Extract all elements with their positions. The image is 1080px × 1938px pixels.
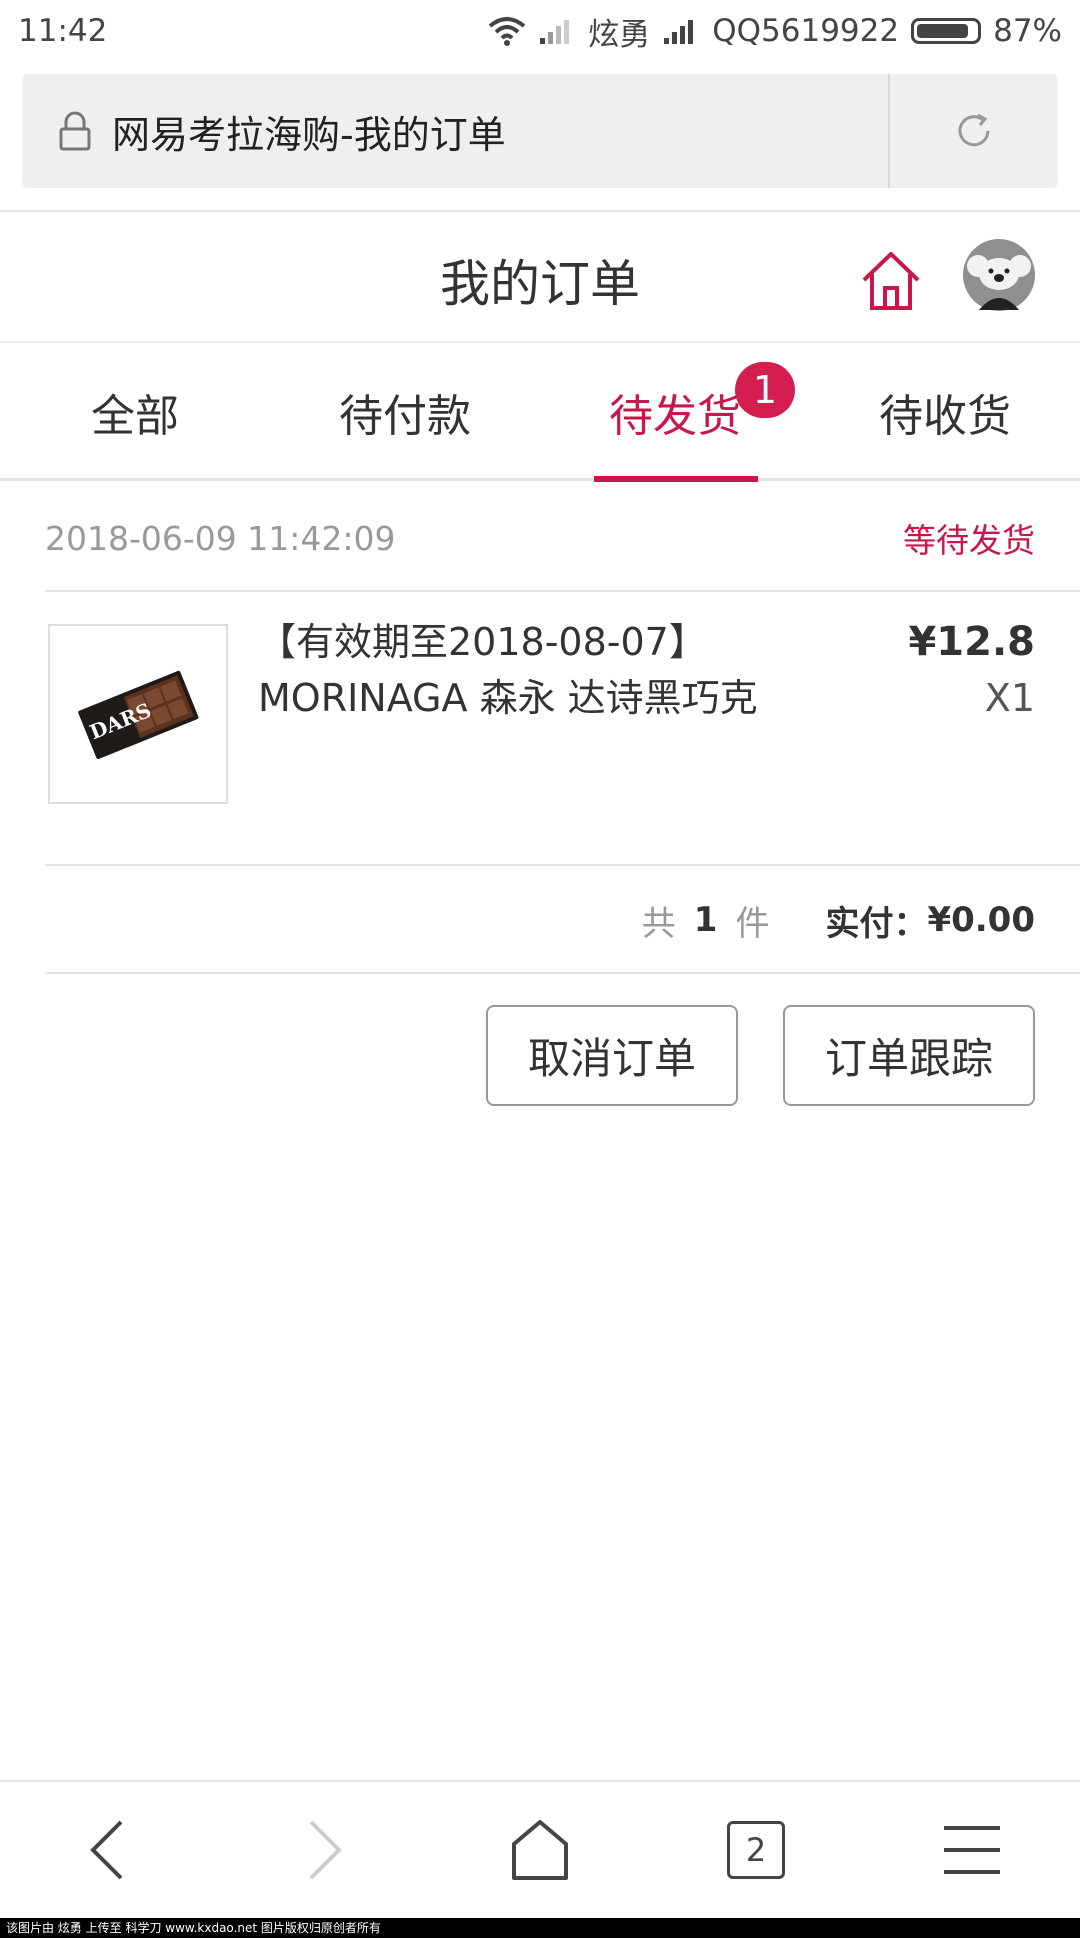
status-time: 11:42 [18, 13, 108, 49]
battery-level [917, 24, 968, 38]
browser-page-title: 网易考拉海购-我的订单 [112, 112, 506, 157]
track-order-button[interactable]: 订单跟踪 [783, 1005, 1035, 1106]
product-thumbnail[interactable]: DARS [48, 624, 228, 804]
product-name-line1: 【有效期至2018-08-07】 [258, 620, 707, 664]
product-price: ¥12.8 [908, 619, 1035, 665]
item-count-prefix: 共 [641, 903, 676, 944]
carrier-1: 炫勇 [588, 16, 651, 53]
forward-button[interactable] [264, 1800, 384, 1900]
tab-all[interactable]: 全部 [0, 345, 270, 478]
browser-bottom-nav: 2 [0, 1780, 1080, 1918]
home-button[interactable] [856, 246, 926, 316]
lock-icon [59, 111, 91, 151]
avatar[interactable] [962, 238, 1036, 312]
address-bar[interactable]: 网易考拉海购-我的订单 [22, 74, 1058, 188]
address-field[interactable]: 网易考拉海购-我的订单 [22, 74, 888, 188]
chevron-left-icon [90, 1820, 123, 1880]
koala-avatar-icon [963, 239, 1035, 311]
hamburger-menu-icon [944, 1826, 1000, 1874]
tab-badge: 1 [735, 362, 795, 418]
order-time: 2018-06-09 11:42:09 [45, 518, 396, 558]
order-meta: 2018-06-09 11:42:09 等待发货 [45, 510, 1035, 566]
menu-button[interactable] [912, 1800, 1032, 1900]
tab-count-icon: 2 [727, 1821, 785, 1879]
home-icon [862, 252, 920, 310]
paid-amount: ¥0.00 [927, 900, 1035, 940]
status-bar: 11:42 炫勇 QQ5619922 87% [0, 0, 1080, 62]
product-name-line2: MORINAGA 森永 达诗黑巧克 [258, 676, 758, 720]
back-button[interactable] [48, 1800, 168, 1900]
divider [45, 864, 1080, 866]
page-header: 我的订单 [0, 210, 1080, 343]
signal-strong-icon [664, 20, 694, 44]
battery-percent: 87% [993, 13, 1062, 49]
divider [45, 590, 1080, 592]
status-indicators: 炫勇 QQ5619922 87% [488, 9, 1062, 54]
battery-icon [911, 18, 982, 44]
paid-label: 实付： [825, 903, 928, 944]
carrier-2: QQ5619922 [712, 13, 900, 49]
order-status: 等待发货 [903, 521, 1035, 560]
tab-pending-receipt[interactable]: 待收货 [810, 345, 1080, 478]
divider [45, 972, 1080, 974]
order-tabs: 全部 待付款 待发货 待收货 [0, 345, 1080, 481]
page: 11:42 炫勇 QQ5619922 87% 网易考拉海购-我的订单 我的订单 … [0, 0, 1080, 1938]
tab-pending-payment[interactable]: 待付款 [270, 345, 540, 478]
tabs-button[interactable]: 2 [696, 1800, 816, 1900]
item-count-suffix: 件 [735, 903, 770, 944]
watermark-text: 该图片由 炫勇 上传至 科学刀 www.kxdao.net 图片版权归原创者所有 [0, 1918, 1080, 1938]
product-quantity: X1 [984, 676, 1035, 720]
reload-button[interactable] [890, 74, 1058, 188]
active-tab-indicator [594, 476, 758, 482]
item-count: 1 [693, 900, 718, 940]
home-outline-icon [512, 1820, 568, 1880]
cancel-order-button[interactable]: 取消订单 [486, 1005, 738, 1106]
signal-weak-icon [540, 20, 570, 44]
browser-home-button[interactable] [480, 1800, 600, 1900]
reload-icon [958, 113, 990, 147]
order-summary: 共 1 件 实付： ¥0.00 [642, 892, 1035, 948]
chevron-right-icon [309, 1820, 342, 1880]
wifi-icon [488, 17, 526, 46]
product-name[interactable]: 【有效期至2018-08-07】 MORINAGA 森永 达诗黑巧克 [258, 614, 818, 726]
chocolate-package-image: DARS [78, 670, 199, 760]
